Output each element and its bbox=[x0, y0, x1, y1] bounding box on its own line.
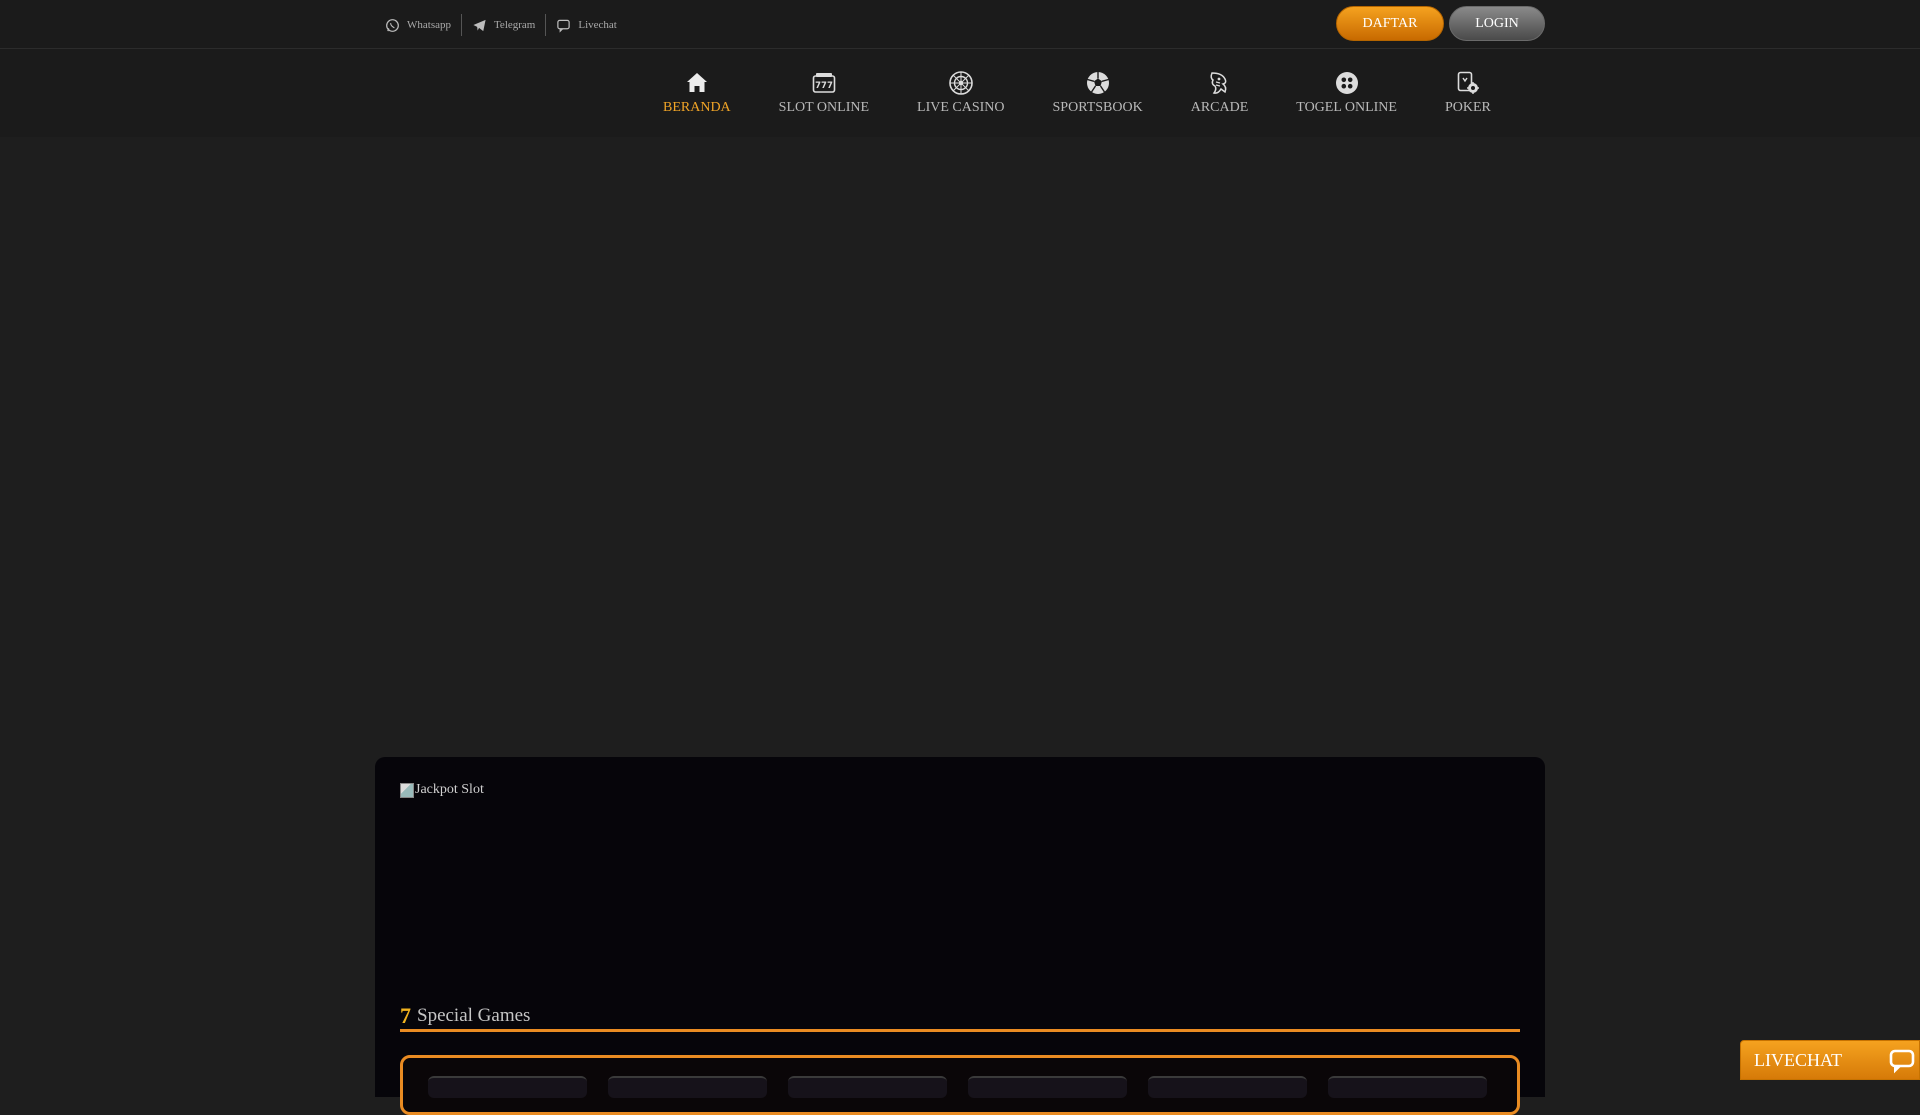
nav-item-live-casino[interactable]: LIVE CASINO bbox=[917, 70, 1005, 116]
top-bar: Whatsapp Telegram Livechat DAFTAR LOGIN bbox=[0, 0, 1920, 49]
nav-label-beranda: BERANDA bbox=[663, 100, 731, 115]
nav-label-slot-online: SLOT ONLINE bbox=[778, 100, 870, 115]
special-games-container bbox=[400, 1055, 1520, 1115]
special-games-title: Special Games bbox=[417, 1005, 531, 1026]
game-tile[interactable] bbox=[608, 1076, 767, 1098]
jackpot-slot-image: Jackpot Slot bbox=[400, 782, 484, 798]
telegram-label: Telegram bbox=[493, 19, 536, 31]
nav-label-poker: POKER bbox=[1444, 100, 1491, 115]
login-button[interactable]: LOGIN bbox=[1449, 6, 1545, 41]
lucky-seven-icon: 7 bbox=[400, 1003, 411, 1028]
livechat-widget-button[interactable]: LIVECHAT bbox=[1740, 1040, 1920, 1080]
content-panel: Jackpot Slot 7 Special Games bbox=[375, 757, 1545, 1115]
telegram-link[interactable]: Telegram bbox=[462, 14, 545, 36]
auth-buttons: DAFTAR LOGIN bbox=[1336, 6, 1545, 41]
slot-machine-icon: 777 bbox=[812, 73, 836, 93]
roulette-icon bbox=[948, 71, 973, 95]
nav-item-beranda[interactable]: BERANDA bbox=[663, 70, 731, 116]
game-tile[interactable] bbox=[1328, 1076, 1487, 1098]
lottery-ball-icon bbox=[1335, 72, 1358, 94]
livechat-link[interactable]: Livechat bbox=[546, 14, 626, 36]
game-tile[interactable] bbox=[1148, 1076, 1307, 1098]
nav-item-slot-online[interactable]: 777 SLOT ONLINE bbox=[779, 70, 869, 116]
daftar-button[interactable]: DAFTAR bbox=[1336, 6, 1444, 41]
hero-banner bbox=[0, 137, 1920, 757]
nav-label-togel-online: TOGEL ONLINE bbox=[1296, 100, 1397, 115]
livechat-link-label: Livechat bbox=[578, 19, 617, 31]
jackpot-alt-text: Jackpot Slot bbox=[415, 782, 484, 797]
nav-item-poker[interactable]: POKER bbox=[1445, 70, 1491, 116]
home-icon bbox=[686, 73, 707, 92]
svg-text:777: 777 bbox=[815, 81, 833, 91]
nav-item-arcade[interactable]: ARCADE bbox=[1190, 70, 1249, 116]
game-tiles bbox=[428, 1076, 1487, 1098]
nav-item-sportsbook[interactable]: SPORTSBOOK bbox=[1053, 70, 1143, 116]
telegram-icon bbox=[473, 19, 486, 31]
nav-item-togel-online[interactable]: TOGEL ONLINE bbox=[1296, 70, 1397, 116]
nav-label-arcade: ARCADE bbox=[1190, 100, 1249, 115]
fish-icon bbox=[1210, 72, 1227, 94]
contact-links: Whatsapp Telegram Livechat bbox=[385, 14, 627, 36]
soccer-ball-icon bbox=[1086, 72, 1109, 94]
game-tile[interactable] bbox=[428, 1076, 587, 1098]
poker-card-icon bbox=[1457, 71, 1479, 94]
chat-bubble-icon bbox=[1889, 1049, 1915, 1074]
whatsapp-icon bbox=[386, 18, 399, 32]
nav-label-live-casino: LIVE CASINO bbox=[917, 100, 1005, 115]
chat-bubble-icon bbox=[557, 19, 571, 33]
whatsapp-label: Whatsapp bbox=[407, 19, 451, 31]
livechat-widget-label: LIVECHAT bbox=[1754, 1049, 1842, 1070]
game-tile[interactable] bbox=[968, 1076, 1127, 1098]
nav-menu: BERANDA 777 SLOT ONLINE LIVE CASINO SPOR… bbox=[663, 49, 1491, 137]
broken-image-icon bbox=[400, 782, 414, 798]
special-games-heading: 7 Special Games bbox=[400, 1003, 1520, 1032]
main-nav: BERANDA 777 SLOT ONLINE LIVE CASINO SPOR… bbox=[0, 49, 1920, 137]
whatsapp-link[interactable]: Whatsapp bbox=[385, 14, 461, 36]
nav-label-sportsbook: SPORTSBOOK bbox=[1052, 100, 1143, 115]
game-tile[interactable] bbox=[788, 1076, 947, 1098]
